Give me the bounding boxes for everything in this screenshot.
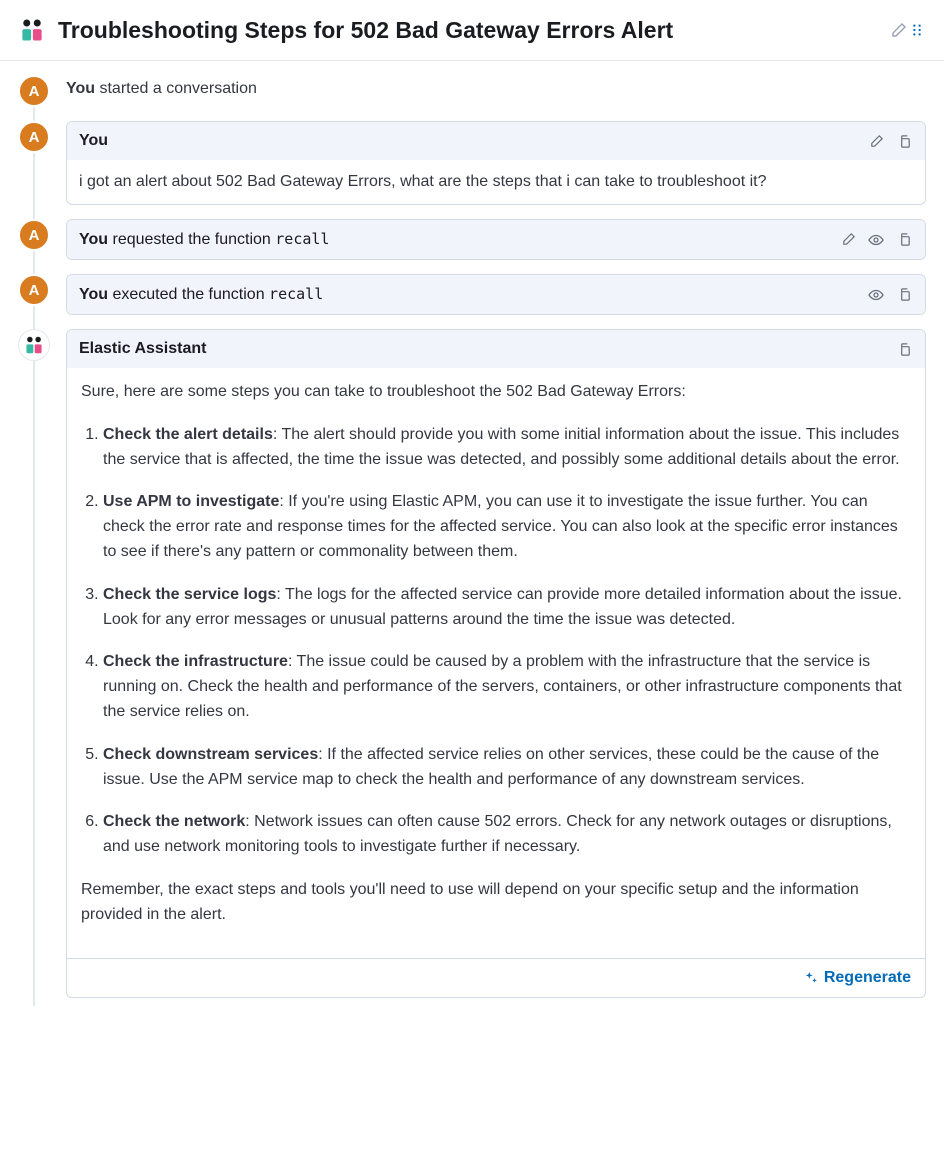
copy-icon[interactable] (895, 231, 913, 249)
conversation-thread: A You started a conversation A You (0, 61, 944, 1026)
eye-icon[interactable] (867, 231, 885, 249)
card-header-text: You requested the function recall (79, 230, 839, 249)
assistant-avatar (18, 329, 50, 361)
assistant-card: Elastic Assistant Sure, here are some st… (66, 329, 926, 998)
event-function-request: A You requested the function recall (18, 219, 926, 260)
step-item: Check the alert details: The alert shoul… (103, 423, 911, 473)
user-message: A You i got an alert about 502 Bad Gatew… (18, 121, 926, 205)
elastic-logo-icon (18, 16, 46, 44)
sparkle-icon (804, 971, 818, 985)
regenerate-label: Regenerate (824, 969, 911, 987)
step-item: Use APM to investigate: If you're using … (103, 490, 911, 564)
step-item: Check downstream services: If the affect… (103, 743, 911, 793)
step-title: Use APM to investigate (103, 493, 279, 510)
event-started: A You started a conversation (18, 75, 926, 107)
step-item: Check the service logs: The logs for the… (103, 583, 911, 633)
function-name: recall (269, 285, 323, 303)
regenerate-button[interactable]: Regenerate (804, 969, 911, 987)
assistant-name: Elastic Assistant (79, 340, 206, 357)
step-title: Check the service logs (103, 586, 276, 603)
actor-label: You (79, 231, 108, 248)
copy-icon[interactable] (895, 132, 913, 150)
edit-icon[interactable] (839, 231, 857, 249)
function-name: recall (275, 230, 329, 248)
assistant-message: Elastic Assistant Sure, here are some st… (18, 329, 926, 998)
card-actions (895, 340, 913, 358)
card-header: You requested the function recall (67, 220, 925, 259)
user-avatar: A (18, 274, 50, 306)
assistant-body: Sure, here are some steps you can take t… (67, 368, 925, 958)
troubleshoot-steps: Check the alert details: The alert shoul… (81, 423, 911, 860)
card-header-text: Elastic Assistant (79, 340, 895, 358)
actor-label: You (79, 132, 108, 149)
copy-icon[interactable] (895, 286, 913, 304)
function-card: You requested the function recall (66, 219, 926, 260)
user-avatar: A (18, 219, 50, 251)
card-actions (867, 132, 913, 150)
header: Troubleshooting Steps for 502 Bad Gatewa… (0, 0, 944, 61)
card-header-text: You executed the function recall (79, 285, 867, 304)
event-label: requested the function (112, 231, 275, 248)
user-avatar: A (18, 75, 50, 107)
step-item: Check the infrastructure: The issue coul… (103, 650, 911, 724)
assistant-outro: Remember, the exact steps and tools you'… (81, 878, 911, 928)
card-header: You executed the function recall (67, 275, 925, 314)
event-function-executed: A You executed the function recall (18, 274, 926, 315)
step-item: Check the network: Network issues can of… (103, 810, 911, 860)
card-header-text: You (79, 132, 867, 150)
function-card: You executed the function recall (66, 274, 926, 315)
actor-label: You (79, 286, 108, 303)
message-body: i got an alert about 502 Bad Gateway Err… (67, 160, 925, 204)
card-header: You (67, 122, 925, 160)
step-title: Check the alert details (103, 426, 273, 443)
edit-title-icon[interactable] (890, 21, 908, 39)
step-title: Check the infrastructure (103, 653, 288, 670)
event-text: You started a conversation (66, 75, 926, 98)
step-title: Check the network (103, 813, 245, 830)
card-footer: Regenerate (67, 958, 925, 997)
copy-icon[interactable] (895, 340, 913, 358)
user-avatar: A (18, 121, 50, 153)
card-actions (839, 231, 913, 249)
page-title: Troubleshooting Steps for 502 Bad Gatewa… (58, 17, 882, 44)
actor-label: You (66, 80, 95, 97)
event-label: started a conversation (99, 80, 256, 97)
card-actions (867, 286, 913, 304)
step-title: Check downstream services (103, 746, 318, 763)
assistant-intro: Sure, here are some steps you can take t… (81, 380, 911, 405)
edit-icon[interactable] (867, 132, 885, 150)
message-card: You i got an alert about 502 Bad Gateway… (66, 121, 926, 205)
card-header: Elastic Assistant (67, 330, 925, 368)
more-actions-icon[interactable] (908, 21, 926, 39)
eye-icon[interactable] (867, 286, 885, 304)
event-label: executed the function (112, 286, 269, 303)
